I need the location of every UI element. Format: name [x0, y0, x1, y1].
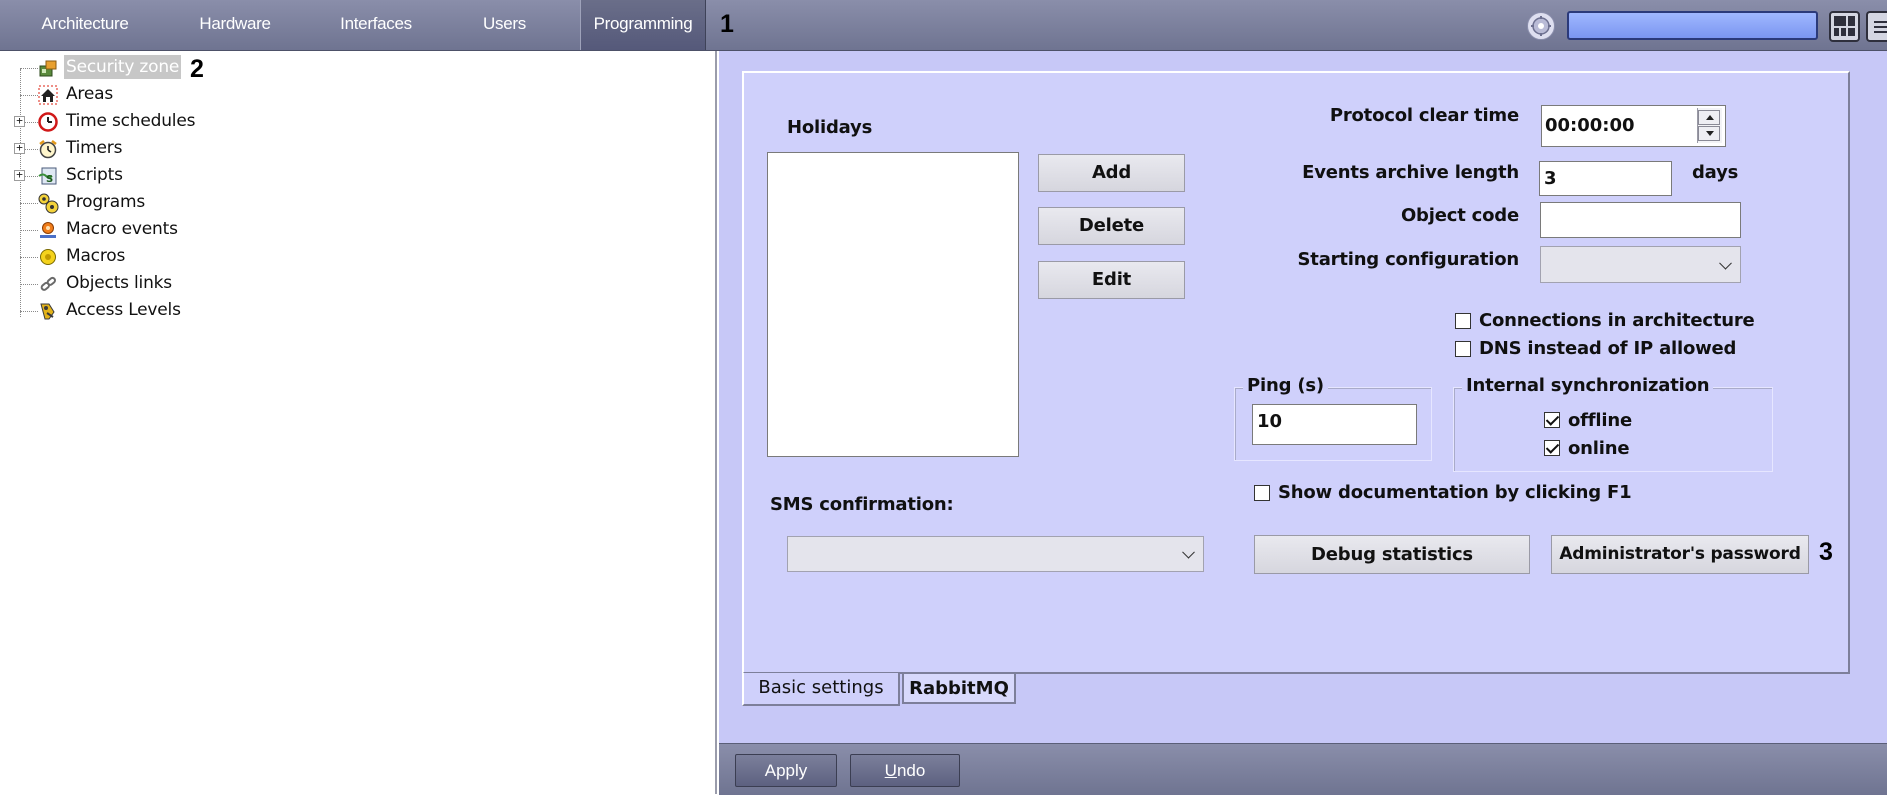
protocol-clear-time-label: Protocol clear time	[1329, 105, 1519, 126]
callout-1: 1	[720, 10, 734, 38]
show-documentation-checkbox[interactable]	[1254, 485, 1270, 501]
svg-text:S: S	[46, 174, 53, 185]
tree-item-label: Macros	[66, 246, 126, 266]
undo-accesskey: U	[884, 761, 897, 780]
expand-toggle[interactable]: +	[14, 142, 25, 154]
clock-icon	[38, 112, 58, 132]
tab-users[interactable]: Users	[452, 0, 557, 50]
chevron-down-icon	[1182, 545, 1195, 559]
settings-gear-icon[interactable]	[1527, 12, 1555, 40]
undo-label-rest: ndo	[896, 761, 926, 780]
top-navigation-bar: Architecture Hardware Interfaces Users P…	[0, 0, 1887, 51]
show-documentation-label: Show documentation by clicking F1	[1278, 482, 1632, 503]
tree-item-label: Macro events	[66, 219, 178, 239]
add-button[interactable]: Add	[1038, 154, 1185, 192]
holidays-list[interactable]	[767, 152, 1019, 457]
sms-confirmation-select[interactable]	[787, 536, 1204, 572]
tree-item-label: Access Levels	[66, 300, 181, 320]
alarm-clock-icon	[39, 140, 57, 159]
tab-architecture[interactable]: Architecture	[0, 0, 170, 50]
offline-checkbox[interactable]	[1544, 412, 1560, 428]
tree-item-label: Objects links	[66, 273, 172, 293]
sms-confirmation-label: SMS confirmation:	[770, 494, 954, 515]
layout-button[interactable]	[1829, 11, 1860, 42]
starting-configuration-select[interactable]	[1540, 246, 1741, 283]
ping-field[interactable]: 10	[1252, 404, 1417, 445]
undo-button[interactable]: Undo	[850, 754, 960, 787]
tree-item-label: Time schedules	[66, 111, 196, 131]
connections-in-architecture-checkbox[interactable]	[1455, 313, 1471, 329]
administrators-password-button[interactable]: Administrator's password	[1551, 535, 1809, 574]
holidays-label: Holidays	[787, 117, 873, 138]
dns-instead-of-ip-checkbox[interactable]	[1455, 341, 1471, 357]
connections-in-architecture-label: Connections in architecture	[1479, 310, 1755, 331]
object-tree: Security zone Areas + Time schedules + T…	[0, 51, 717, 794]
bottom-action-bar: Apply Undo	[719, 743, 1887, 795]
protocol-clear-time-spinner[interactable]	[1697, 108, 1722, 143]
offline-label: offline	[1568, 410, 1632, 431]
edit-button[interactable]: Edit	[1038, 261, 1185, 299]
tab-basic-settings[interactable]: Basic settings	[742, 673, 900, 706]
tree-item-label: Areas	[66, 84, 113, 104]
internal-sync-label: Internal synchronization	[1462, 375, 1714, 396]
house-icon	[38, 85, 58, 105]
spin-down-icon[interactable]	[1698, 126, 1720, 141]
tree-connector-line	[20, 69, 21, 317]
security-zone-icon	[39, 60, 57, 77]
events-archive-length-field[interactable]: 3	[1539, 161, 1672, 196]
link-icon	[40, 276, 56, 291]
days-label: days	[1692, 162, 1739, 183]
tree-item-label: Security zone	[64, 55, 182, 79]
tab-rabbitmq[interactable]: RabbitMQ	[902, 674, 1016, 704]
gear-icon	[1531, 16, 1551, 36]
tree-item-label: Programs	[66, 192, 145, 212]
delete-button[interactable]: Delete	[1038, 207, 1185, 245]
tab-programming[interactable]: Programming	[580, 0, 706, 50]
macro-icon	[40, 249, 56, 265]
online-checkbox[interactable]	[1544, 440, 1560, 456]
layout-grid-icon	[1834, 16, 1855, 36]
tab-hardware[interactable]: Hardware	[170, 0, 300, 50]
macro-event-icon	[40, 222, 56, 238]
dns-instead-of-ip-label: DNS instead of IP allowed	[1479, 338, 1737, 359]
online-label: online	[1568, 438, 1630, 459]
debug-statistics-button[interactable]: Debug statistics	[1254, 535, 1530, 574]
expand-toggle[interactable]: +	[14, 115, 25, 127]
menu-button[interactable]	[1866, 11, 1887, 42]
callout-3: 3	[1819, 538, 1833, 566]
callout-2: 2	[190, 55, 204, 83]
tree-item-label: Scripts	[66, 165, 123, 185]
starting-configuration-label: Starting configuration	[1297, 249, 1520, 270]
expand-toggle[interactable]: +	[14, 169, 25, 181]
events-archive-length-label: Events archive length	[1302, 162, 1519, 183]
tab-interfaces[interactable]: Interfaces	[300, 0, 452, 50]
apply-button[interactable]: Apply	[735, 754, 837, 787]
programs-icon	[38, 193, 59, 214]
ping-label: Ping (s)	[1243, 375, 1328, 396]
object-code-label: Object code	[1400, 205, 1519, 226]
access-levels-icon	[40, 303, 55, 320]
spin-up-icon[interactable]	[1698, 110, 1720, 125]
hamburger-icon	[1874, 21, 1887, 33]
script-icon: S	[38, 167, 57, 185]
object-code-field[interactable]	[1540, 202, 1741, 238]
tree-item-label: Timers	[66, 138, 123, 158]
search-input[interactable]	[1567, 11, 1818, 40]
chevron-down-icon	[1719, 256, 1732, 270]
